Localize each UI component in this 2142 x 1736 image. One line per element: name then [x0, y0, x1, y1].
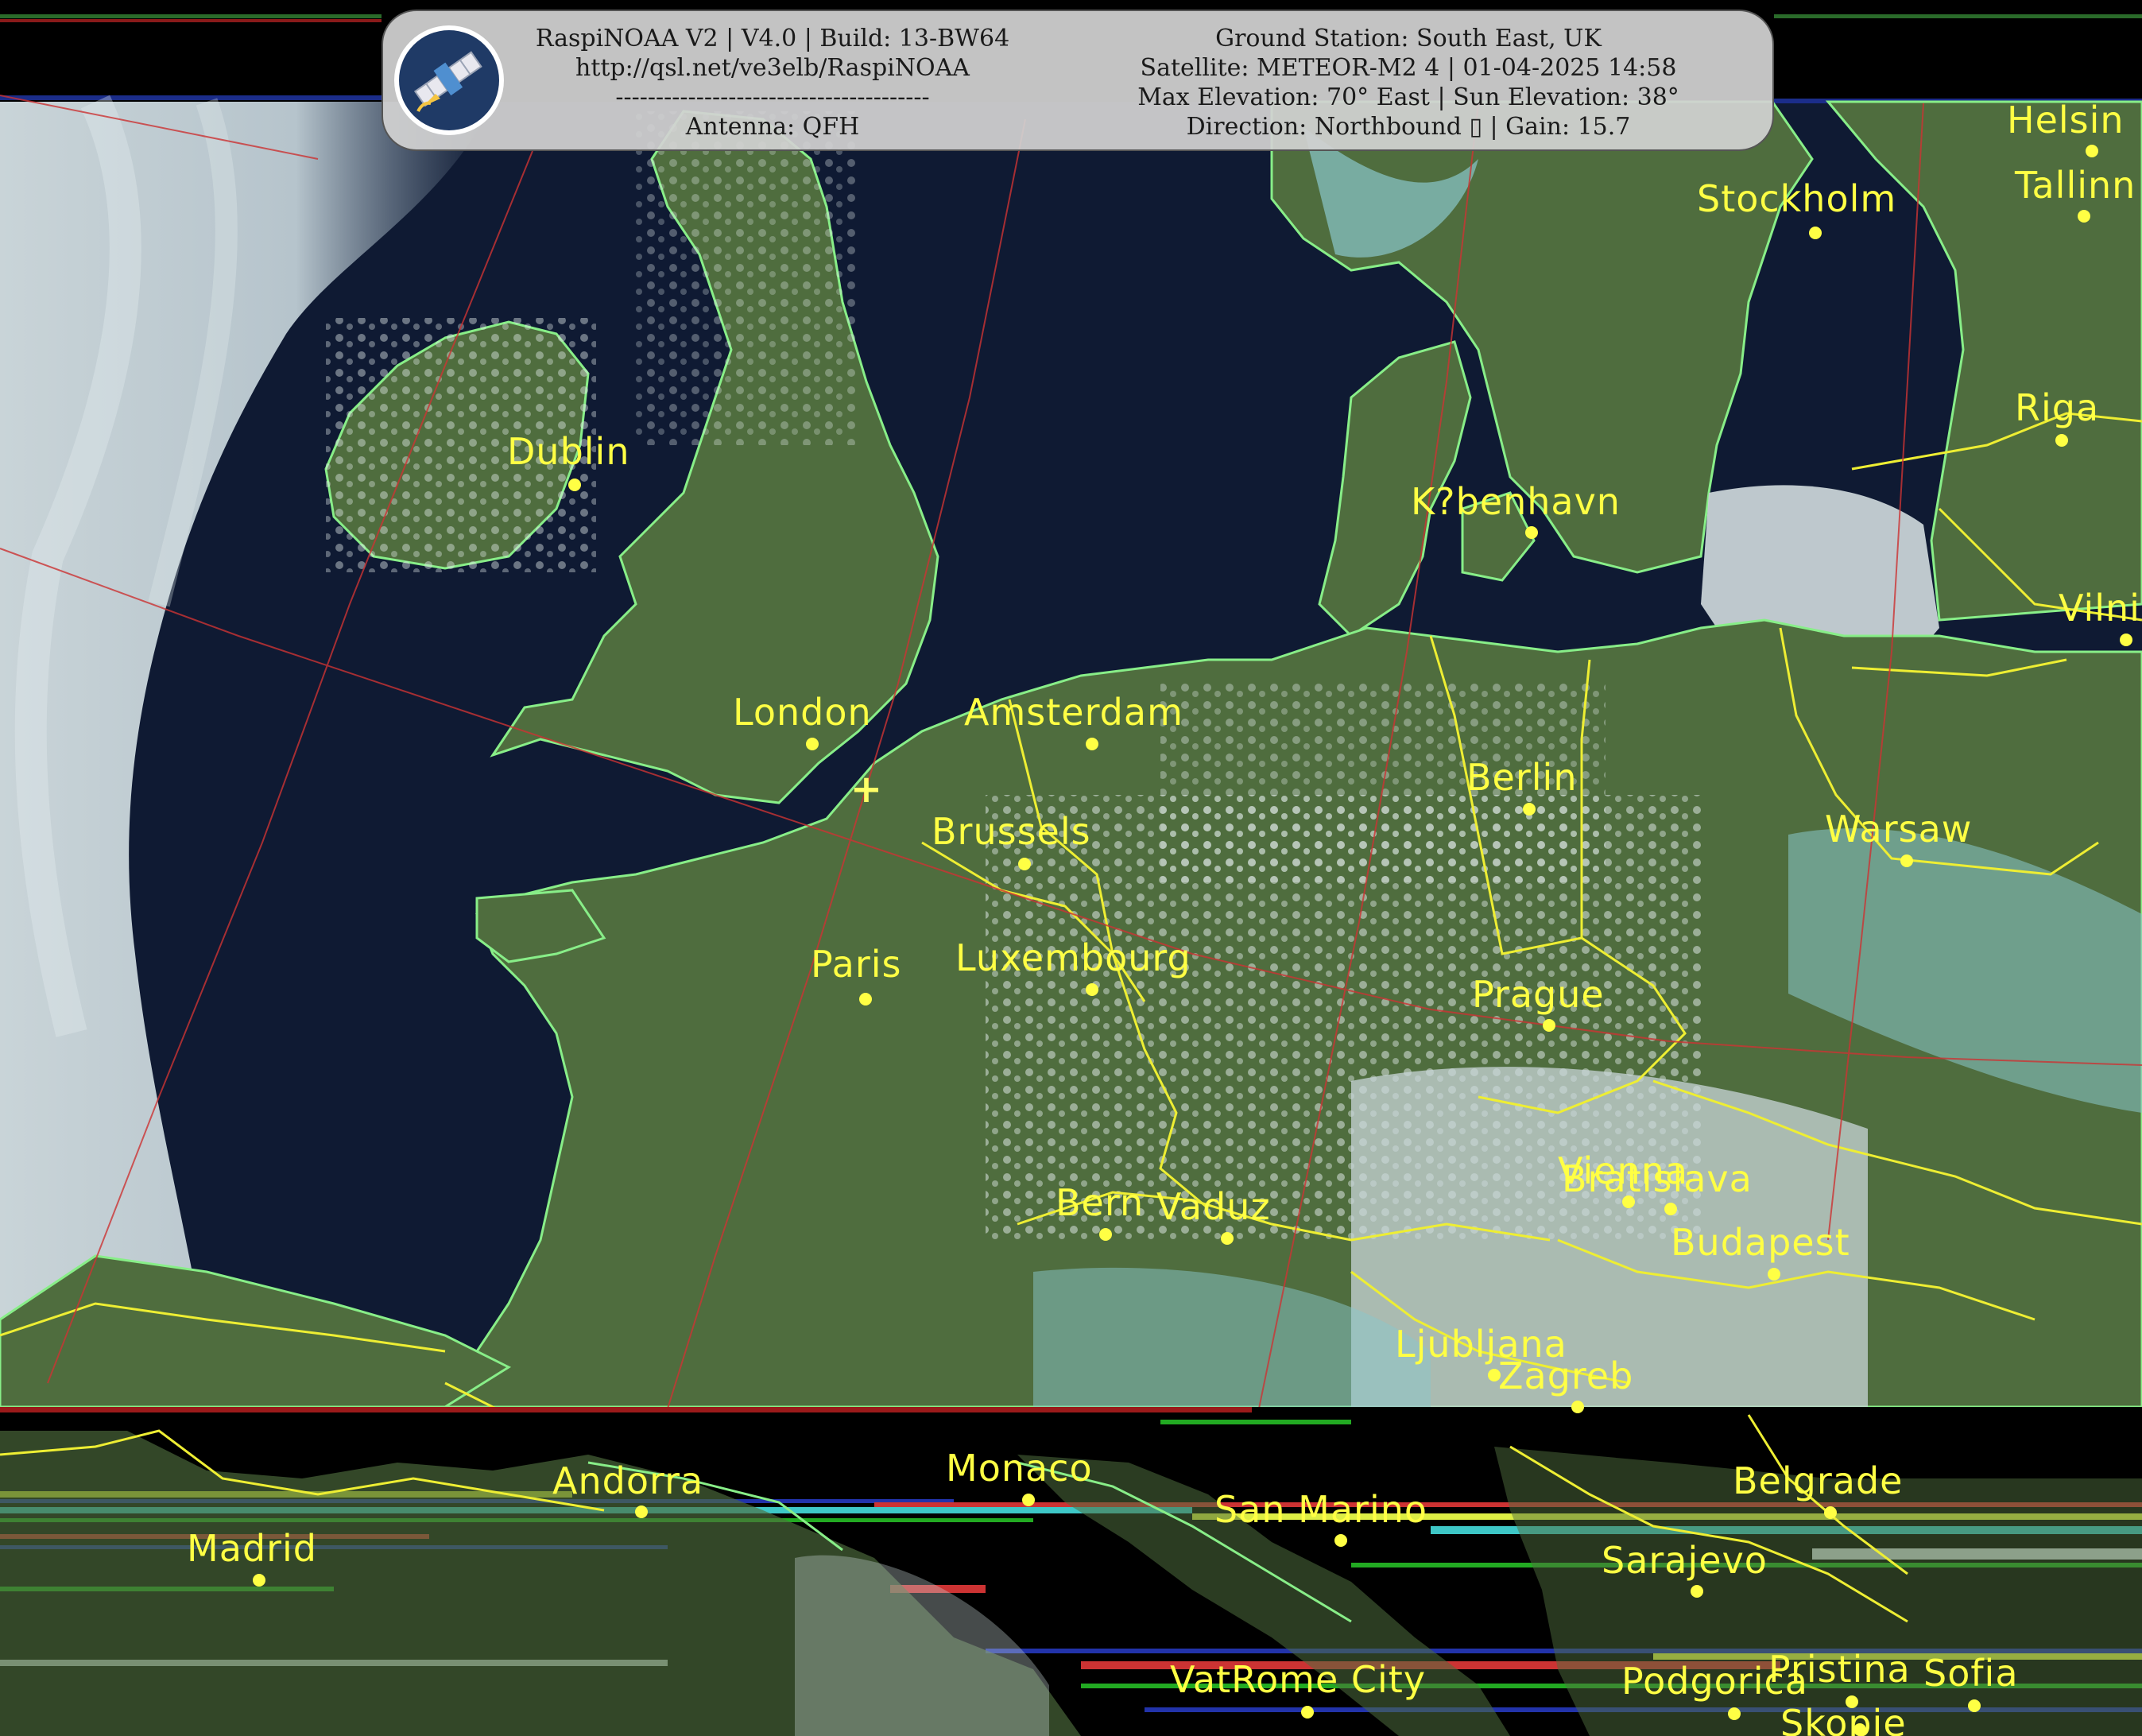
- city-label-pristina: Pristina: [1768, 1648, 1911, 1691]
- city-label-monaco: Monaco: [946, 1447, 1093, 1490]
- city-label-dublin: Dublin: [507, 430, 630, 473]
- city-marker-berlin: [1523, 803, 1536, 816]
- city-marker-sarajevo: [1691, 1585, 1703, 1598]
- city-marker-dublin: [568, 479, 581, 491]
- city-marker-vatrome-city: [1301, 1706, 1314, 1719]
- city-marker-prague: [1543, 1019, 1555, 1032]
- city-marker-paris: [859, 993, 872, 1006]
- satellite-icon: [413, 51, 482, 112]
- header-separator-line: ---------------------------------------: [615, 83, 930, 111]
- city-marker-brussels: [1018, 858, 1031, 870]
- city-marker-tallinn: [2078, 210, 2090, 223]
- info-header-panel: RaspiNOAA V2 | V4.0 | Build: 13-BW64 htt…: [382, 10, 1774, 151]
- city-marker-amsterdam: [1086, 738, 1098, 750]
- city-label-budapest: Budapest: [1671, 1221, 1850, 1264]
- city-label-vatrome-city: VatRome City: [1170, 1658, 1427, 1701]
- city-label-madrid: Madrid: [187, 1527, 317, 1570]
- city-label-bratislava: Bratislava: [1562, 1157, 1753, 1200]
- header-antenna-line: Antenna: QFH: [685, 113, 860, 141]
- city-label-luxembourg: Luxembourg: [955, 936, 1191, 979]
- city-marker-bern: [1099, 1228, 1112, 1241]
- city-label-vilni: Vilni: [2059, 587, 2140, 630]
- city-label-san-marino: San Marino: [1214, 1488, 1428, 1531]
- city-label-berlin: Berlin: [1466, 756, 1578, 799]
- city-marker-stockholm: [1809, 227, 1822, 239]
- header-direction-line: Direction: Northbound ▯ | Gain: 15.7: [1186, 113, 1631, 141]
- header-satellite-line: Satellite: METEOR-M2 4 | 01-04-2025 14:5…: [1140, 54, 1677, 82]
- ground-station-marker: +: [850, 767, 883, 812]
- city-label-riga: Riga: [2015, 386, 2100, 429]
- city-marker-vaduz: [1221, 1232, 1234, 1245]
- city-marker-budapest: [1768, 1268, 1780, 1281]
- city-label-zagreb: Zagreb: [1498, 1354, 1634, 1397]
- city-marker-london: [806, 738, 819, 750]
- city-marker-vilni: [2120, 634, 2132, 646]
- city-label-k-benhavn: K?benhavn: [1411, 480, 1621, 523]
- city-marker-belgrade: [1824, 1506, 1837, 1519]
- city-marker-skopje: [1853, 1723, 1866, 1736]
- city-label-london: London: [733, 691, 872, 734]
- header-right-column: Ground Station: South East, UK Satellite…: [1059, 24, 1758, 141]
- city-marker-bratislava: [1664, 1203, 1677, 1215]
- city-marker-warsaw: [1900, 854, 1913, 867]
- city-label-warsaw: Warsaw: [1825, 808, 1973, 851]
- satellite-map[interactable]: Helsin Tallinn Stockholm Riga Dublin K?benhav…: [0, 0, 2142, 1736]
- city-label-belgrade: Belgrade: [1733, 1459, 1904, 1502]
- city-marker-luxembourg: [1086, 983, 1098, 996]
- logo: [394, 25, 504, 135]
- city-marker-andorra: [635, 1505, 648, 1518]
- city-label-andorra: Andorra: [552, 1459, 704, 1502]
- city-marker-sofia: [1968, 1699, 1981, 1712]
- header-elevation-line: Max Elevation: 70° East | Sun Elevation:…: [1137, 83, 1679, 111]
- header-software-line: RaspiNOAA V2 | V4.0 | Build: 13-BW64: [535, 25, 1010, 52]
- city-label-sarajevo: Sarajevo: [1602, 1539, 1768, 1582]
- city-marker-helsin: [2086, 145, 2098, 157]
- city-marker-san-marino: [1334, 1534, 1347, 1547]
- city-marker-riga: [2055, 434, 2068, 447]
- city-marker-zagreb: [1571, 1401, 1584, 1413]
- city-label-brussels: Brussels: [932, 810, 1091, 853]
- city-label-vaduz: Vaduz: [1156, 1185, 1271, 1228]
- header-url-line: http://qsl.net/ve3elb/RaspiNOAA: [575, 54, 970, 82]
- city-label-bern: Bern: [1056, 1181, 1145, 1224]
- city-marker-madrid: [253, 1574, 265, 1587]
- city-label-prague: Prague: [1472, 973, 1605, 1016]
- city-label-amsterdam: Amsterdam: [964, 691, 1183, 734]
- header-ground-station-line: Ground Station: South East, UK: [1215, 25, 1602, 52]
- city-label-paris: Paris: [811, 943, 902, 986]
- city-label-skopje: Skopje: [1780, 1702, 1907, 1736]
- city-label-tallinn: Tallinn: [2015, 164, 2136, 207]
- city-label-sofia: Sofia: [1923, 1652, 2019, 1695]
- city-marker-podgorica: [1728, 1707, 1741, 1720]
- city-marker-monaco: [1022, 1494, 1035, 1506]
- city-label-helsin: Helsin: [2007, 99, 2125, 141]
- city-marker-k-benhavn: [1525, 526, 1538, 539]
- city-label-stockholm: Stockholm: [1697, 177, 1897, 220]
- header-left-column: RaspiNOAA V2 | V4.0 | Build: 13-BW64 htt…: [518, 24, 1027, 141]
